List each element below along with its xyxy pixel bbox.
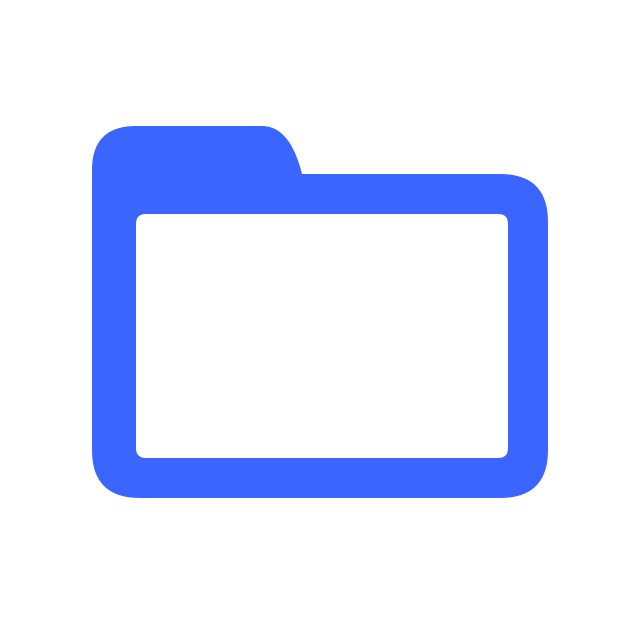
folder-icon <box>92 126 548 498</box>
icon-canvas <box>0 0 626 626</box>
folder-shape <box>92 126 548 498</box>
